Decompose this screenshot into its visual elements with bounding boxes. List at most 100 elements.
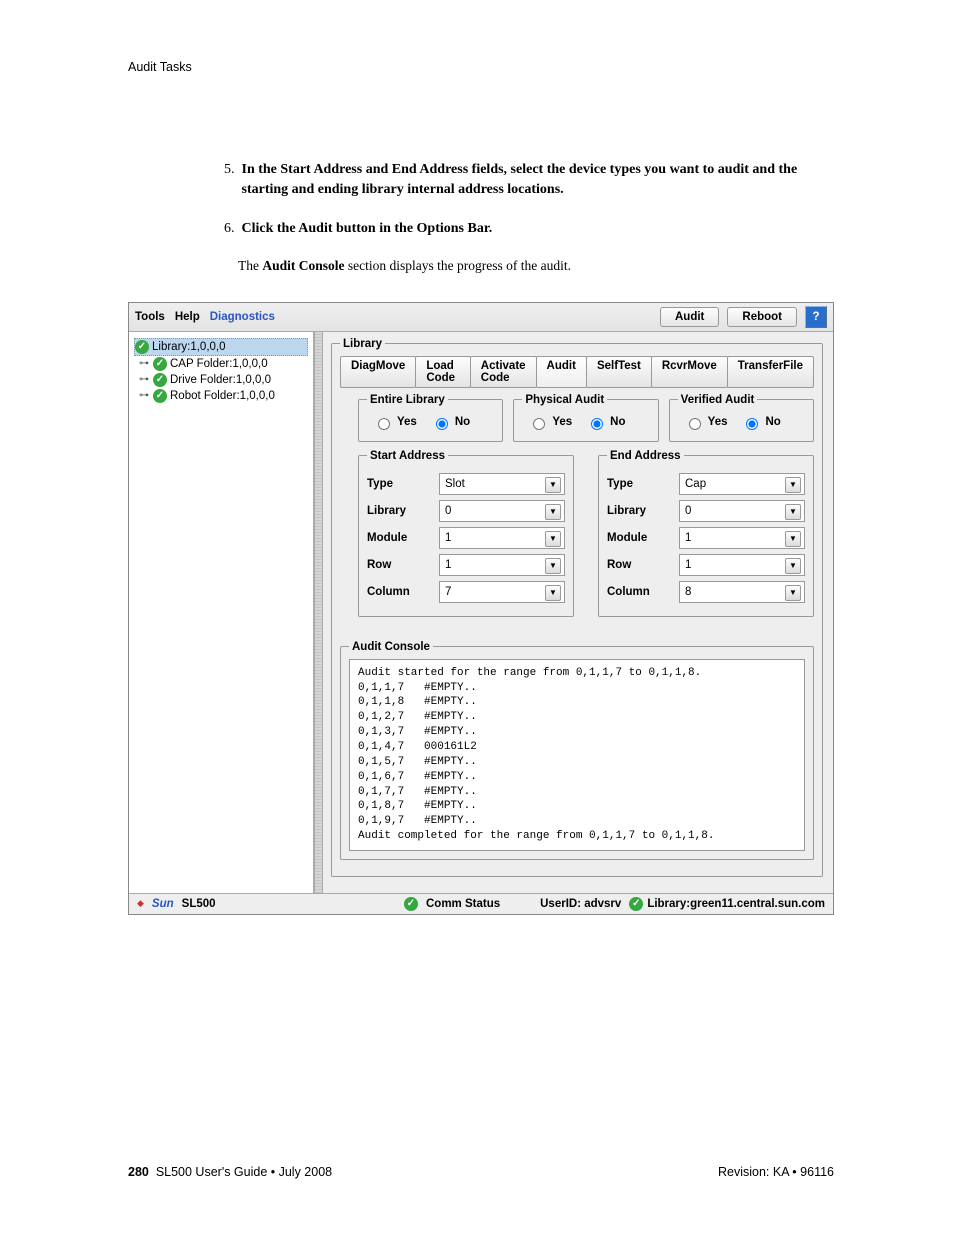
physical-no-radio[interactable]: No: [586, 415, 625, 430]
check-icon: ✓: [153, 357, 167, 371]
radio-input[interactable]: [591, 418, 603, 430]
end-module-select[interactable]: 1▼: [679, 527, 805, 549]
physical-yes-radio[interactable]: Yes: [528, 415, 572, 430]
tab-activatecode[interactable]: Activate Code: [470, 356, 537, 388]
radio-input[interactable]: [533, 418, 545, 430]
library-legend: Library: [340, 338, 385, 350]
end-address-legend: End Address: [607, 450, 684, 462]
end-library-select[interactable]: 0▼: [679, 500, 805, 522]
options-bar: DiagMove Load Code Activate Code Audit S…: [340, 356, 814, 388]
tree-item-robot-folder[interactable]: ⊶ ✓ Robot Folder:1,0,0,0: [134, 388, 308, 404]
end-module-label: Module: [607, 532, 671, 544]
verified-yes-radio[interactable]: Yes: [684, 415, 728, 430]
page-footer: 280 SL500 User's Guide • July 2008 Revis…: [128, 1165, 834, 1179]
narrative-bold: Audit Console: [262, 258, 344, 273]
radio-input[interactable]: [436, 418, 448, 430]
verified-audit-legend: Verified Audit: [678, 394, 758, 406]
entire-yes-radio[interactable]: Yes: [373, 415, 417, 430]
chevron-down-icon: ▼: [785, 585, 801, 601]
select-value: 1: [685, 559, 691, 571]
start-library-label: Library: [367, 505, 431, 517]
tab-rcvrmove[interactable]: RcvrMove: [651, 356, 728, 388]
menu-diagnostics[interactable]: Diagnostics: [210, 311, 275, 323]
expander-icon[interactable]: ⊶: [138, 390, 150, 401]
select-value: 1: [685, 532, 691, 544]
radio-label: Yes: [708, 416, 728, 428]
select-value: 1: [445, 532, 451, 544]
start-row-select[interactable]: 1▼: [439, 554, 565, 576]
step6-bold: Click the Audit button in the Options Ba…: [242, 221, 493, 236]
check-icon: ✓: [629, 897, 643, 911]
expander-icon[interactable]: ⊶: [138, 358, 150, 369]
end-row-label: Row: [607, 559, 671, 571]
step5-number: 5.: [224, 160, 238, 180]
step5-text: In the Start Address and End Address fie…: [242, 160, 802, 201]
end-type-label: Type: [607, 478, 671, 490]
tab-selftest[interactable]: SelfTest: [586, 356, 652, 388]
sun-logo: Sun: [152, 898, 174, 910]
menu-tools[interactable]: Tools: [135, 311, 165, 323]
library-host: Library:green11.central.sun.com: [647, 898, 825, 910]
end-type-select[interactable]: Cap▼: [679, 473, 805, 495]
start-address-legend: Start Address: [367, 450, 448, 462]
tree-item-cap-folder[interactable]: ⊶ ✓ CAP Folder:1,0,0,0: [134, 356, 308, 372]
chevron-down-icon: ▼: [785, 531, 801, 547]
chevron-down-icon: ▼: [545, 558, 561, 574]
reboot-button[interactable]: Reboot: [727, 307, 797, 327]
start-module-select[interactable]: 1▼: [439, 527, 565, 549]
tree-label: Robot Folder:1,0,0,0: [170, 390, 275, 402]
instruction-step-5: 5. In the Start Address and End Address …: [224, 160, 834, 201]
help-icon[interactable]: ?: [805, 306, 827, 328]
end-column-select[interactable]: 8▼: [679, 581, 805, 603]
split-handle[interactable]: [314, 332, 323, 893]
page-header: Audit Tasks: [128, 60, 834, 74]
audit-button[interactable]: Audit: [660, 307, 719, 327]
end-address-group: End Address TypeCap▼ Library0▼ Module1▼ …: [598, 450, 814, 617]
footer-center: SL500 User's Guide • July 2008: [156, 1165, 332, 1179]
instruction-step-6: 6. Click the Audit button in the Options…: [224, 219, 834, 239]
status-bar: ◆Sun SL500 ✓ Comm Status UserID: advsrv …: [129, 893, 833, 914]
main-panel: Library DiagMove Load Code Activate Code…: [323, 332, 833, 893]
radio-label: Yes: [552, 416, 572, 428]
chevron-down-icon: ▼: [545, 585, 561, 601]
tab-transferfile[interactable]: TransferFile: [727, 356, 814, 388]
tree-label: CAP Folder:1,0,0,0: [170, 358, 268, 370]
select-value: 0: [445, 505, 451, 517]
menubar: Tools Help Diagnostics Audit Reboot ?: [129, 303, 833, 332]
check-icon: ✓: [135, 340, 149, 354]
radio-label: Yes: [397, 416, 417, 428]
user-id: UserID: advsrv: [540, 898, 621, 910]
start-type-label: Type: [367, 478, 431, 490]
physical-audit-legend: Physical Audit: [522, 394, 607, 406]
end-library-label: Library: [607, 505, 671, 517]
chevron-down-icon: ▼: [545, 504, 561, 520]
start-type-select[interactable]: Slot▼: [439, 473, 565, 495]
start-module-label: Module: [367, 532, 431, 544]
check-icon: ✓: [153, 373, 167, 387]
audit-console-legend: Audit Console: [349, 641, 433, 653]
app-window: Tools Help Diagnostics Audit Reboot ? ✓ …: [128, 302, 834, 915]
tree-root-library[interactable]: ✓ Library:1,0,0,0: [134, 338, 308, 356]
page-number: 280: [128, 1165, 149, 1179]
step5-bold: In the Start Address and End Address fie…: [242, 162, 798, 197]
chevron-down-icon: ▼: [785, 504, 801, 520]
expander-icon[interactable]: ⊶: [138, 374, 150, 385]
radio-input[interactable]: [689, 418, 701, 430]
entire-no-radio[interactable]: No: [431, 415, 470, 430]
radio-input[interactable]: [746, 418, 758, 430]
start-column-select[interactable]: 7▼: [439, 581, 565, 603]
tab-audit[interactable]: Audit: [536, 356, 587, 388]
menu-help[interactable]: Help: [175, 311, 200, 323]
tree-item-drive-folder[interactable]: ⊶ ✓ Drive Folder:1,0,0,0: [134, 372, 308, 388]
check-icon: ✓: [404, 897, 418, 911]
verified-no-radio[interactable]: No: [741, 415, 780, 430]
chevron-down-icon: ▼: [545, 531, 561, 547]
start-library-select[interactable]: 0▼: [439, 500, 565, 522]
radio-input[interactable]: [378, 418, 390, 430]
library-panel: Library DiagMove Load Code Activate Code…: [331, 338, 823, 877]
tab-loadcode[interactable]: Load Code: [415, 356, 470, 388]
start-address-group: Start Address TypeSlot▼ Library0▼ Module…: [358, 450, 574, 617]
chevron-down-icon: ▼: [785, 558, 801, 574]
tab-diagmove[interactable]: DiagMove: [340, 356, 416, 388]
end-row-select[interactable]: 1▼: [679, 554, 805, 576]
